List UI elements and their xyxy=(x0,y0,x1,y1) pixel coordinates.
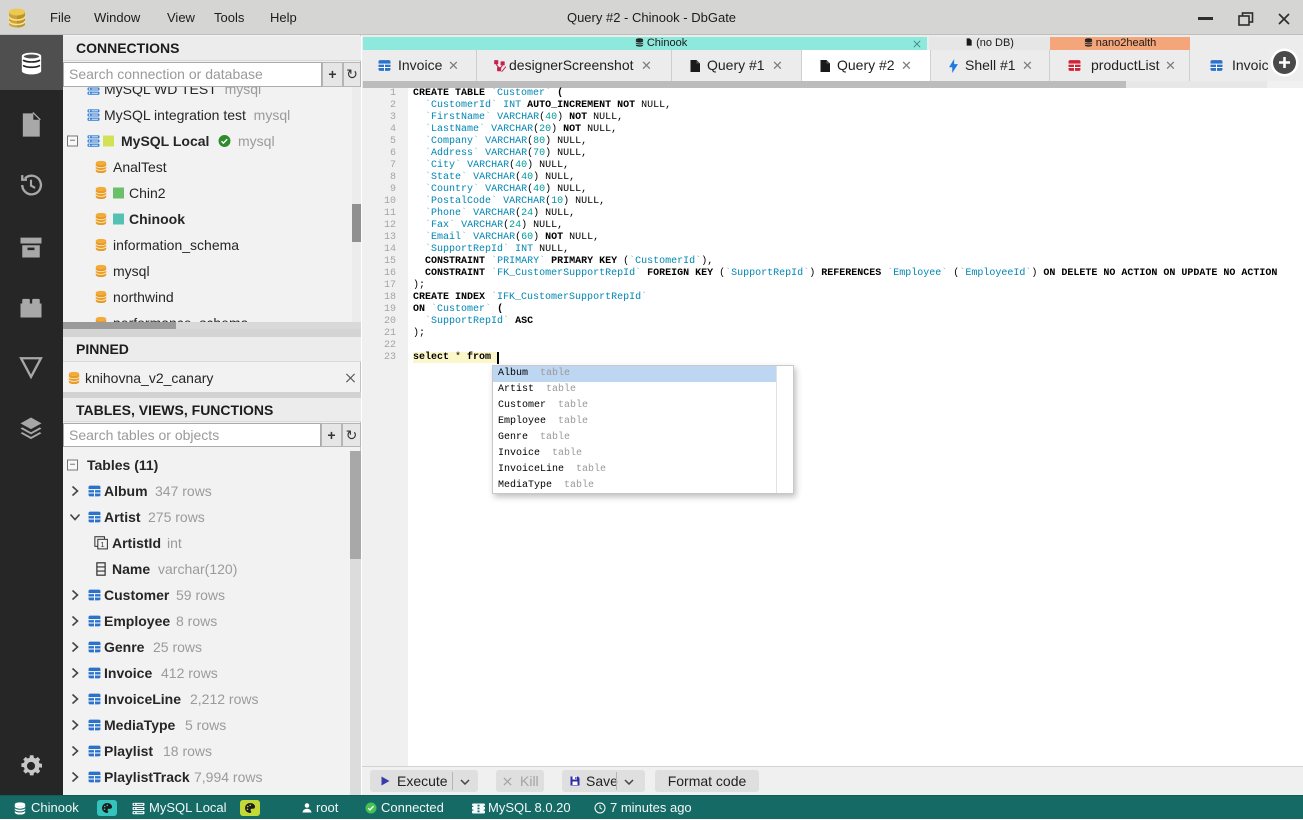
svg-text:1: 1 xyxy=(101,540,105,549)
